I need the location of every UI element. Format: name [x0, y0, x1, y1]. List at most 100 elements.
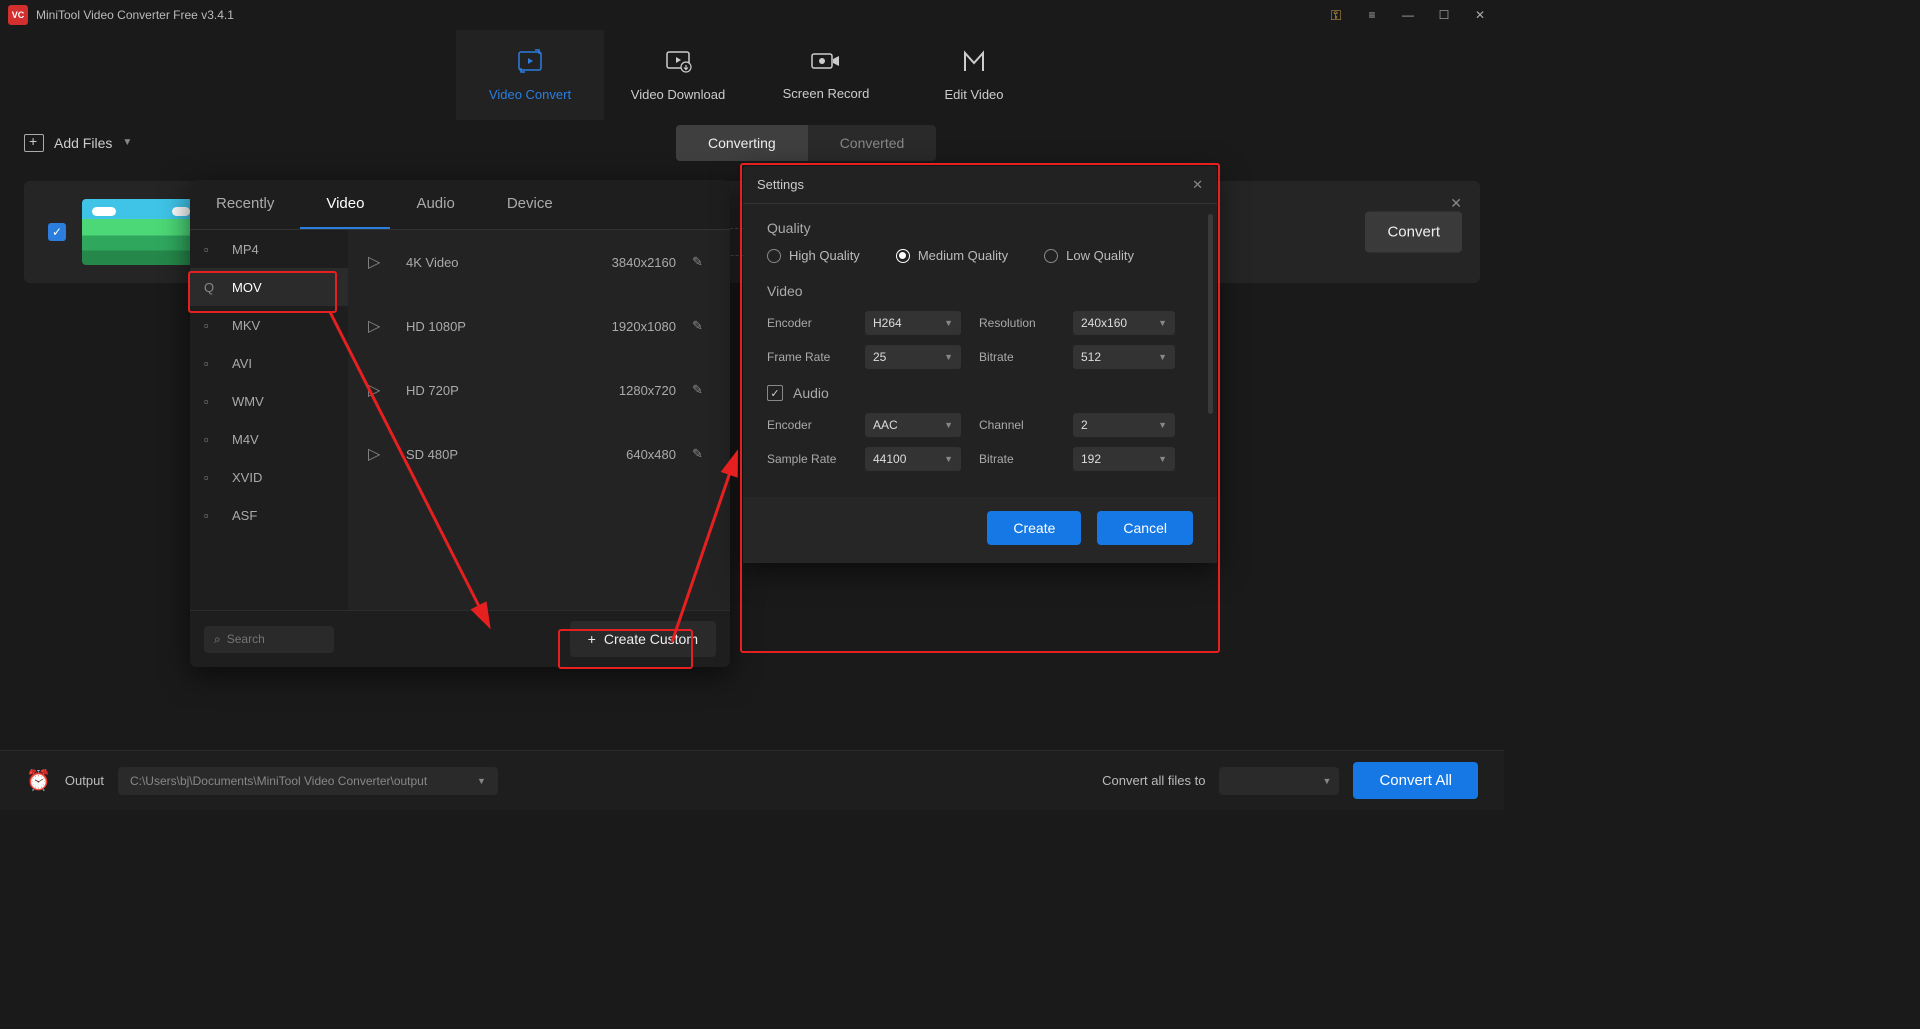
- chevron-down-icon: ▼: [944, 420, 953, 430]
- edit-icon[interactable]: ✎: [692, 254, 710, 270]
- format-icon: Q: [204, 280, 222, 295]
- edit-icon: [961, 49, 987, 79]
- samplerate-label: Sample Rate: [767, 452, 847, 466]
- format-wmv[interactable]: ▫WMV: [190, 382, 348, 420]
- video-bitrate-label: Bitrate: [979, 350, 1055, 364]
- chevron-down-icon: ▼: [1158, 352, 1167, 362]
- format-avi[interactable]: ▫AVI: [190, 344, 348, 382]
- bottom-bar: ⏰ Output C:\Users\bj\Documents\MiniTool …: [0, 750, 1504, 810]
- channel-label: Channel: [979, 418, 1055, 432]
- segmented-control: Converting Converted: [676, 125, 936, 161]
- radio-high-quality[interactable]: High Quality: [767, 248, 860, 263]
- edit-icon[interactable]: ✎: [692, 318, 710, 334]
- settings-title: Settings: [757, 177, 804, 192]
- app-title: MiniTool Video Converter Free v3.4.1: [36, 8, 234, 22]
- play-icon: ▷: [368, 252, 390, 272]
- clock-icon[interactable]: ⏰: [26, 768, 51, 793]
- channel-select[interactable]: 2▼: [1073, 413, 1175, 437]
- card-close-icon[interactable]: ✕: [1450, 195, 1462, 212]
- audio-encoder-select[interactable]: AAC▼: [865, 413, 961, 437]
- format-m4v[interactable]: ▫M4V: [190, 420, 348, 458]
- add-files-button[interactable]: Add Files ▼: [24, 134, 132, 152]
- toolbar: Add Files ▼ Converting Converted: [0, 120, 1504, 165]
- edit-icon[interactable]: ✎: [692, 446, 710, 462]
- res-720p[interactable]: ▷HD 720P1280x720✎: [348, 358, 730, 422]
- convert-button[interactable]: Convert: [1365, 212, 1462, 253]
- chevron-down-icon: ▼: [944, 454, 953, 464]
- create-button[interactable]: Create: [987, 511, 1081, 545]
- format-asf[interactable]: ▫ASF: [190, 496, 348, 534]
- convert-all-select[interactable]: ▼: [1219, 767, 1339, 795]
- format-icon: ▫: [204, 394, 222, 409]
- format-mkv[interactable]: ▫MKV: [190, 306, 348, 344]
- create-custom-button[interactable]: + Create Custom: [570, 621, 716, 657]
- record-icon: [810, 50, 842, 78]
- chevron-down-icon: ▼: [1158, 318, 1167, 328]
- format-icon: ▫: [204, 318, 222, 333]
- settings-close-icon[interactable]: ✕: [1192, 177, 1203, 193]
- video-encoder-label: Encoder: [767, 316, 847, 330]
- res-1080p[interactable]: ▷HD 1080P1920x1080✎: [348, 294, 730, 358]
- maximize-button[interactable]: ☐: [1428, 3, 1460, 27]
- search-box[interactable]: ⌕: [204, 626, 334, 653]
- tab-edit-video[interactable]: Edit Video: [900, 30, 1048, 120]
- key-icon[interactable]: ⚿: [1320, 3, 1352, 27]
- video-section-title: Video: [767, 283, 1193, 299]
- minimize-button[interactable]: —: [1392, 3, 1424, 27]
- tab-audio[interactable]: Audio: [390, 180, 480, 229]
- res-4k[interactable]: ▷4K Video3840x2160✎: [348, 230, 730, 294]
- seg-converted[interactable]: Converted: [808, 125, 937, 161]
- seg-converting[interactable]: Converting: [676, 125, 808, 161]
- samplerate-select[interactable]: 44100▼: [865, 447, 961, 471]
- convert-all-label: Convert all files to: [1102, 773, 1205, 788]
- main-tabs: Video Convert Video Download Screen Reco…: [0, 30, 1504, 120]
- audio-checkbox[interactable]: [767, 385, 783, 401]
- format-icon: ▫: [204, 432, 222, 447]
- resolution-select[interactable]: 240x160▼: [1073, 311, 1175, 335]
- res-480p[interactable]: ▷SD 480P640x480✎: [348, 422, 730, 486]
- format-panel: Recently Video Audio Device ▫MP4 QMOV ▫M…: [190, 180, 730, 667]
- tab-screen-record[interactable]: Screen Record: [752, 30, 900, 120]
- chevron-down-icon: ▼: [944, 318, 953, 328]
- format-sidebar[interactable]: ▫MP4 QMOV ▫MKV ▫AVI ▫WMV ▫M4V ▫XVID ▫ASF: [190, 230, 348, 610]
- resolution-list[interactable]: ▷4K Video3840x2160✎ ▷HD 1080P1920x1080✎ …: [348, 230, 730, 610]
- tab-video-download[interactable]: Video Download: [604, 30, 752, 120]
- output-path-select[interactable]: C:\Users\bj\Documents\MiniTool Video Con…: [118, 767, 498, 795]
- chevron-down-icon: ▼: [1158, 454, 1167, 464]
- edit-icon[interactable]: ✎: [692, 382, 710, 398]
- format-icon: ▫: [204, 242, 222, 257]
- chevron-down-icon: ▼: [122, 137, 132, 148]
- framerate-label: Frame Rate: [767, 350, 847, 364]
- framerate-select[interactable]: 25▼: [865, 345, 961, 369]
- chevron-down-icon: ▼: [477, 776, 486, 786]
- convert-icon: [516, 49, 544, 79]
- tab-device[interactable]: Device: [481, 180, 579, 229]
- format-mov[interactable]: QMOV: [190, 268, 348, 306]
- scrollbar[interactable]: [1208, 214, 1213, 414]
- video-encoder-select[interactable]: H264▼: [865, 311, 961, 335]
- cancel-button[interactable]: Cancel: [1097, 511, 1193, 545]
- tab-video-convert[interactable]: Video Convert: [456, 30, 604, 120]
- play-icon: ▷: [368, 444, 390, 464]
- radio-low-quality[interactable]: Low Quality: [1044, 248, 1134, 263]
- search-input[interactable]: [227, 632, 324, 646]
- tab-label: Screen Record: [783, 86, 870, 101]
- audio-section-title: Audio: [793, 385, 829, 401]
- chevron-down-icon: ▼: [1323, 776, 1332, 786]
- radio-medium-quality[interactable]: Medium Quality: [896, 248, 1008, 263]
- titlebar: VC MiniTool Video Converter Free v3.4.1 …: [0, 0, 1504, 30]
- chevron-down-icon: ▼: [1158, 420, 1167, 430]
- close-button[interactable]: ✕: [1464, 3, 1496, 27]
- video-bitrate-select[interactable]: 512▼: [1073, 345, 1175, 369]
- menu-icon[interactable]: ≡: [1356, 3, 1388, 27]
- format-mp4[interactable]: ▫MP4: [190, 230, 348, 268]
- tab-label: Edit Video: [944, 87, 1003, 102]
- convert-all-button[interactable]: Convert All: [1353, 762, 1478, 799]
- audio-bitrate-select[interactable]: 192▼: [1073, 447, 1175, 471]
- video-checkbox[interactable]: ✓: [48, 223, 66, 241]
- play-icon: ▷: [368, 380, 390, 400]
- tab-recently[interactable]: Recently: [190, 180, 300, 229]
- tab-video[interactable]: Video: [300, 180, 390, 229]
- search-icon: ⌕: [214, 632, 221, 647]
- format-xvid[interactable]: ▫XVID: [190, 458, 348, 496]
